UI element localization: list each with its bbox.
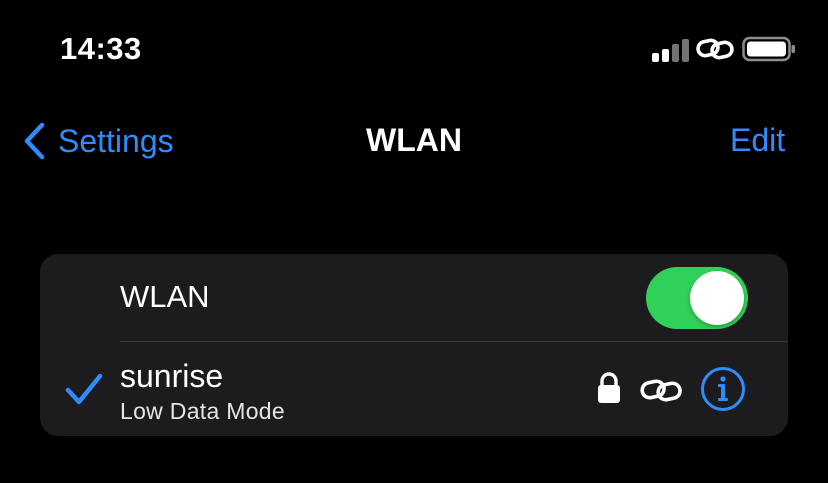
network-name[interactable]: sunrise xyxy=(120,356,223,396)
info-icon[interactable] xyxy=(700,366,746,412)
cellular-signal-icon xyxy=(652,38,692,62)
link-icon xyxy=(640,379,682,402)
checkmark-icon xyxy=(65,373,103,405)
wlan-group-card: WLAN sunrise Low Data Mode xyxy=(40,254,788,436)
toggle-knob xyxy=(690,271,744,325)
lock-icon xyxy=(598,372,620,403)
wifi-link-icon xyxy=(696,38,734,60)
status-time: 14:33 xyxy=(60,31,142,66)
page-title: WLAN xyxy=(366,122,462,158)
wlan-toggle-label: WLAN xyxy=(120,279,210,314)
network-subtitle: Low Data Mode xyxy=(120,398,285,424)
wlan-toggle[interactable] xyxy=(646,267,748,329)
edit-button[interactable]: Edit xyxy=(730,120,785,160)
battery-icon xyxy=(742,36,795,62)
row-divider xyxy=(120,341,788,342)
